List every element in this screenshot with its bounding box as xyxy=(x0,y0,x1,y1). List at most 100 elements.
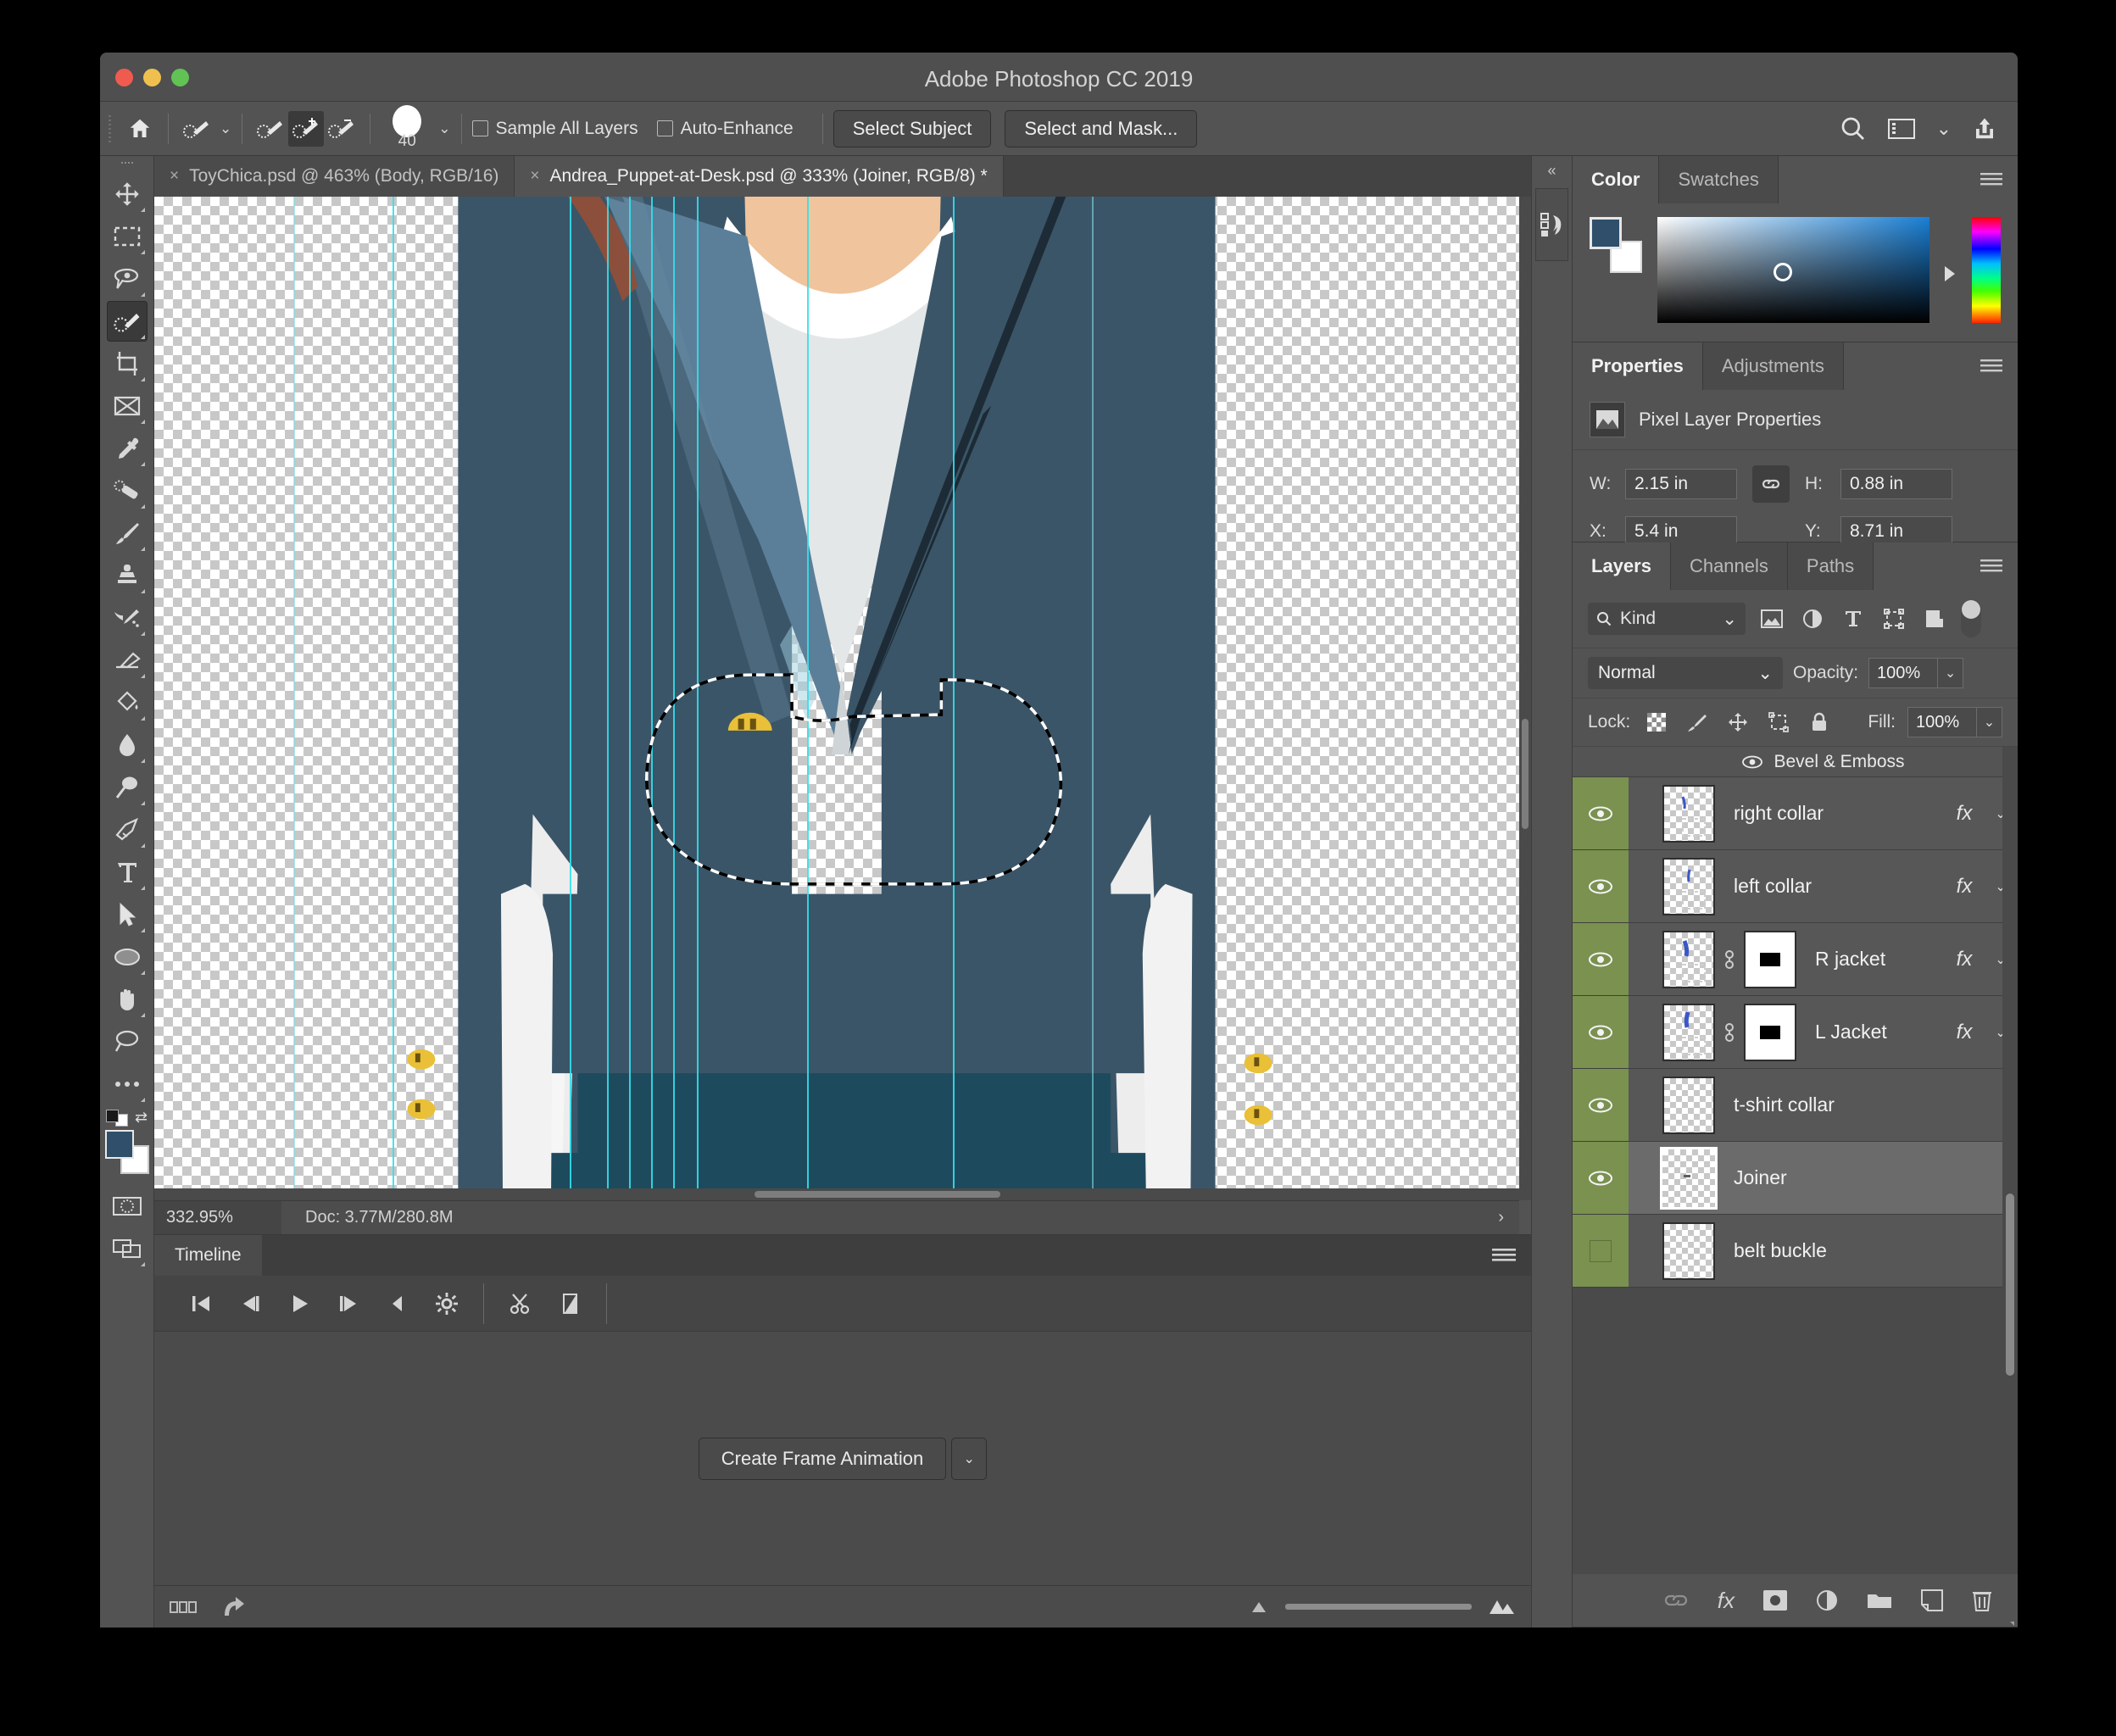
home-icon[interactable] xyxy=(122,111,158,147)
chevron-down-icon[interactable]: ⌄ xyxy=(220,120,231,137)
history-panel-icon[interactable] xyxy=(1535,188,1568,261)
tool-ellipse[interactable] xyxy=(107,937,148,977)
layer-name[interactable]: left collar xyxy=(1715,850,1945,922)
link-layers-icon[interactable] xyxy=(1663,1593,1689,1608)
swap-colors-icon[interactable]: ⇄ xyxy=(135,1109,148,1127)
screen-mode-icon[interactable] xyxy=(107,1228,148,1269)
next-frame-icon[interactable] xyxy=(324,1283,373,1324)
color-ramp[interactable] xyxy=(1657,217,1929,323)
tool-clone-stamp[interactable] xyxy=(107,555,148,596)
selection-add-icon[interactable] xyxy=(288,110,325,147)
zoom-out-icon[interactable] xyxy=(1250,1600,1268,1615)
tab-timeline[interactable]: Timeline xyxy=(154,1235,262,1276)
smart-object-filter-icon[interactable] xyxy=(1920,609,1949,629)
previous-frame-icon[interactable] xyxy=(226,1283,275,1324)
tab-properties[interactable]: Properties xyxy=(1573,342,1703,390)
tool-history-brush[interactable] xyxy=(107,598,148,638)
tool-quick-selection[interactable] xyxy=(106,301,148,342)
tool-move[interactable] xyxy=(107,174,148,214)
lock-artboard-icon[interactable] xyxy=(1764,712,1793,732)
filter-kind-select[interactable]: Kind ⌄ xyxy=(1588,603,1746,635)
lock-position-icon[interactable] xyxy=(1723,712,1752,732)
layer-fx-icon[interactable]: fx xyxy=(1945,996,1984,1068)
scissors-icon[interactable] xyxy=(496,1283,545,1324)
scrollbar-thumb[interactable] xyxy=(755,1191,1001,1198)
table-row[interactable]: belt buckle xyxy=(1573,1215,2018,1288)
tool-dodge[interactable] xyxy=(107,767,148,808)
layer-name[interactable]: R jacket xyxy=(1796,923,1945,995)
tool-pen[interactable] xyxy=(107,810,148,850)
layer-visibility-toggle[interactable] xyxy=(1573,850,1629,922)
layer-mask-link-icon[interactable] xyxy=(1715,996,1744,1068)
panel-menu-icon[interactable] xyxy=(1980,542,2018,590)
layer-name[interactable]: Joiner xyxy=(1715,1142,1945,1214)
select-subject-button[interactable]: Select Subject xyxy=(832,109,992,147)
tool-lasso[interactable] xyxy=(107,259,148,299)
auto-enhance-checkbox-row[interactable]: Auto-Enhance xyxy=(656,119,794,139)
add-layer-style-icon[interactable]: fx xyxy=(1718,1588,1735,1614)
layer-effect-row[interactable]: Bevel & Emboss xyxy=(1573,747,2018,777)
scrollbar-thumb[interactable] xyxy=(2006,1194,2014,1376)
tool-rectangular-marquee[interactable] xyxy=(107,216,148,257)
tool-type[interactable] xyxy=(107,852,148,893)
layer-list-scrollbar[interactable] xyxy=(2002,747,2018,1574)
status-expand-icon[interactable]: › xyxy=(1498,1208,1504,1227)
panel-menu-icon[interactable] xyxy=(1980,156,2018,203)
width-input[interactable]: 2.15 in xyxy=(1625,469,1737,499)
workspace-chevron-down-icon[interactable]: ⌄ xyxy=(1936,118,1952,140)
collapse-panels-icon[interactable]: « xyxy=(1532,156,1572,185)
canvas-horizontal-scrollbar[interactable] xyxy=(154,1188,1519,1200)
layer-name[interactable]: t-shirt collar xyxy=(1715,1069,1945,1141)
layer-visibility-toggle[interactable] xyxy=(1573,996,1629,1068)
layer-fx-icon[interactable]: fx xyxy=(1945,850,1984,922)
panel-menu-icon[interactable] xyxy=(1980,342,2018,390)
sample-all-layers-checkbox-row[interactable]: Sample All Layers xyxy=(471,119,638,139)
hue-slider[interactable] xyxy=(1972,217,2001,323)
play-icon[interactable] xyxy=(275,1283,324,1324)
panel-menu-icon[interactable] xyxy=(1492,1235,1531,1276)
zoom-level-input[interactable]: 332.95% xyxy=(154,1200,281,1234)
tool-preset-picker[interactable] xyxy=(179,111,214,147)
film-strip-icon[interactable] xyxy=(170,1599,198,1616)
layer-thumbnail[interactable] xyxy=(1662,1077,1715,1134)
layer-visibility-toggle[interactable] xyxy=(1573,777,1629,849)
opacity-chevron-down-icon[interactable]: ⌄ xyxy=(1938,658,1964,688)
table-row[interactable]: R jacket fx ⌄ xyxy=(1573,923,2018,996)
table-row[interactable]: left collar fx ⌄ xyxy=(1573,850,2018,923)
tool-crop[interactable] xyxy=(107,343,148,384)
tool-frame[interactable] xyxy=(107,386,148,426)
tool-blur[interactable] xyxy=(107,725,148,765)
tool-path-selection[interactable] xyxy=(107,894,148,935)
layer-thumbnail[interactable] xyxy=(1662,1222,1715,1280)
tab-paths[interactable]: Paths xyxy=(1787,542,1874,590)
lock-transparent-pixels-icon[interactable] xyxy=(1642,713,1671,732)
tool-paint-bucket[interactable] xyxy=(107,682,148,723)
fill-input[interactable]: 100% xyxy=(1907,707,1977,737)
opacity-input[interactable]: 100% xyxy=(1868,658,1939,688)
gear-icon[interactable] xyxy=(422,1283,2014,1626)
new-fill-adjustment-icon[interactable] xyxy=(1816,1589,1838,1611)
lock-image-pixels-icon[interactable] xyxy=(1683,712,1712,732)
shape-filter-icon[interactable] xyxy=(1879,609,1908,629)
layer-thumbnail[interactable] xyxy=(1662,785,1715,843)
transition-icon[interactable] xyxy=(545,1283,594,1324)
layer-mask-thumbnail[interactable] xyxy=(1744,931,1796,988)
tab-layers[interactable]: Layers xyxy=(1573,542,1671,590)
quick-mask-icon[interactable] xyxy=(107,1186,148,1227)
close-icon[interactable]: × xyxy=(530,167,539,186)
canvas-vertical-scrollbar[interactable] xyxy=(1519,197,1531,1200)
tool-eyedropper[interactable] xyxy=(107,428,148,469)
type-filter-icon[interactable] xyxy=(1839,609,1868,629)
sample-all-layers-checkbox[interactable] xyxy=(471,120,488,136)
table-row[interactable]: Joiner xyxy=(1573,1142,2018,1215)
table-row[interactable]: L Jacket fx ⌄ xyxy=(1573,996,2018,1069)
options-bar-grip[interactable] xyxy=(107,113,117,144)
tab-channels[interactable]: Channels xyxy=(1670,542,1788,590)
layer-list[interactable]: Bevel & Emboss right collar fx ⌄ left co… xyxy=(1573,747,2018,1574)
layer-mask-link-icon[interactable] xyxy=(1715,923,1744,995)
foreground-color-swatch[interactable] xyxy=(1590,217,1622,249)
foreground-background-color-swatches[interactable] xyxy=(104,1130,149,1174)
layer-name[interactable]: belt buckle xyxy=(1715,1215,1945,1287)
timeline-zoom-slider[interactable] xyxy=(1250,1598,1516,1616)
blend-mode-select[interactable]: Normal ⌄ xyxy=(1588,657,1783,689)
